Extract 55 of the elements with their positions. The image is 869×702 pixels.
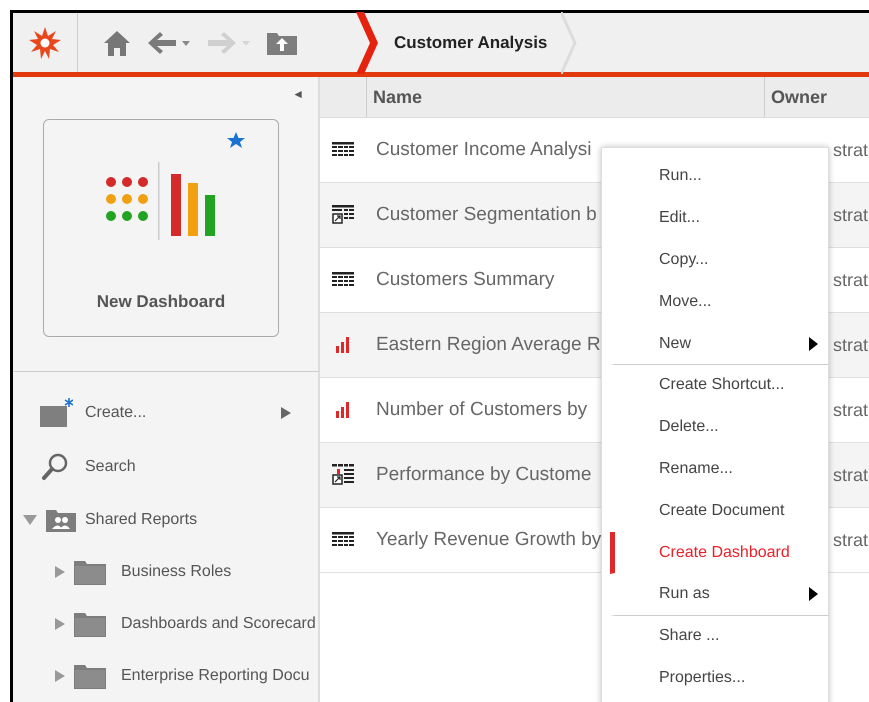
home-icon[interactable]	[102, 28, 132, 56]
grid-report-icon	[332, 532, 354, 548]
expander-icon[interactable]	[53, 565, 67, 579]
table-cell: strat	[832, 464, 868, 486]
expander-icon[interactable]	[23, 514, 37, 526]
collapse-button[interactable]: ◄	[292, 87, 304, 101]
column-header[interactable]: Owner	[765, 77, 869, 117]
table-cell: strat	[832, 204, 868, 226]
tree-item[interactable]: Business Roles	[13, 546, 318, 598]
table-cell: strat	[832, 400, 868, 420]
chevron-icon	[356, 12, 380, 74]
chart-shortcut-icon	[332, 464, 354, 486]
table-cell-text: Performance by Custome	[375, 464, 592, 486]
table-cell-text: Eastern Region Average R	[375, 334, 602, 356]
folder-icon	[73, 610, 107, 638]
menu-item[interactable]: Edit...	[610, 198, 828, 240]
new-folder-icon	[39, 398, 73, 428]
table-cell: strat	[832, 530, 868, 550]
table-cell: strat	[832, 140, 868, 160]
table-cell-text: Yearly Revenue Growth by	[375, 529, 602, 551]
logo-icon[interactable]	[28, 26, 62, 60]
grid-report-icon	[332, 142, 354, 158]
expander-icon[interactable]	[53, 669, 67, 683]
table-cell-text: Customer Segmentation b	[375, 204, 598, 226]
table-cell: strat	[832, 270, 868, 290]
folder-icon	[73, 662, 107, 690]
table-cell-text: Customer Income Analysi	[375, 139, 592, 161]
shared-folder-icon	[45, 507, 77, 533]
menu-item[interactable]: Rename...	[610, 448, 828, 490]
breadcrumb-title[interactable]: Customer Analysis	[394, 32, 548, 52]
tree-item[interactable]: Dashboards and Scorecard	[13, 598, 318, 650]
new-dashboard-button[interactable]: New Dashboard	[43, 119, 279, 337]
tree-item[interactable]: Enterprise Reporting Docu	[13, 650, 318, 702]
menu-item[interactable]: New	[610, 323, 828, 365]
submenu-arrow-icon	[281, 407, 291, 419]
menu-item[interactable]: Run as	[610, 574, 828, 616]
grid-shortcut-icon	[332, 205, 354, 225]
bar-chart-icon	[336, 402, 350, 418]
tree-item[interactable]: Shared Reports	[13, 494, 318, 546]
column-header[interactable]: Name	[367, 77, 765, 117]
menu-item[interactable]: Properties...	[610, 658, 828, 700]
chevron-icon	[561, 12, 580, 74]
table-cell: strat	[832, 334, 868, 356]
sidebar-item[interactable]: Search	[13, 440, 318, 494]
menu-item[interactable]: Share ...	[610, 616, 828, 658]
bar-chart-icon	[336, 337, 350, 353]
folder-icon	[73, 558, 107, 586]
grid-report-icon	[332, 272, 354, 288]
submenu-arrow-icon	[809, 587, 818, 602]
sidebar-item[interactable]: Create...	[13, 386, 318, 440]
table-cell-text: Customers Summary	[375, 269, 556, 291]
submenu-arrow-icon	[809, 336, 818, 351]
menu-item[interactable]: Create Dashboard	[610, 532, 828, 574]
table-cell-text: Number of Customers by	[375, 399, 588, 421]
expander-icon[interactable]	[53, 617, 67, 631]
